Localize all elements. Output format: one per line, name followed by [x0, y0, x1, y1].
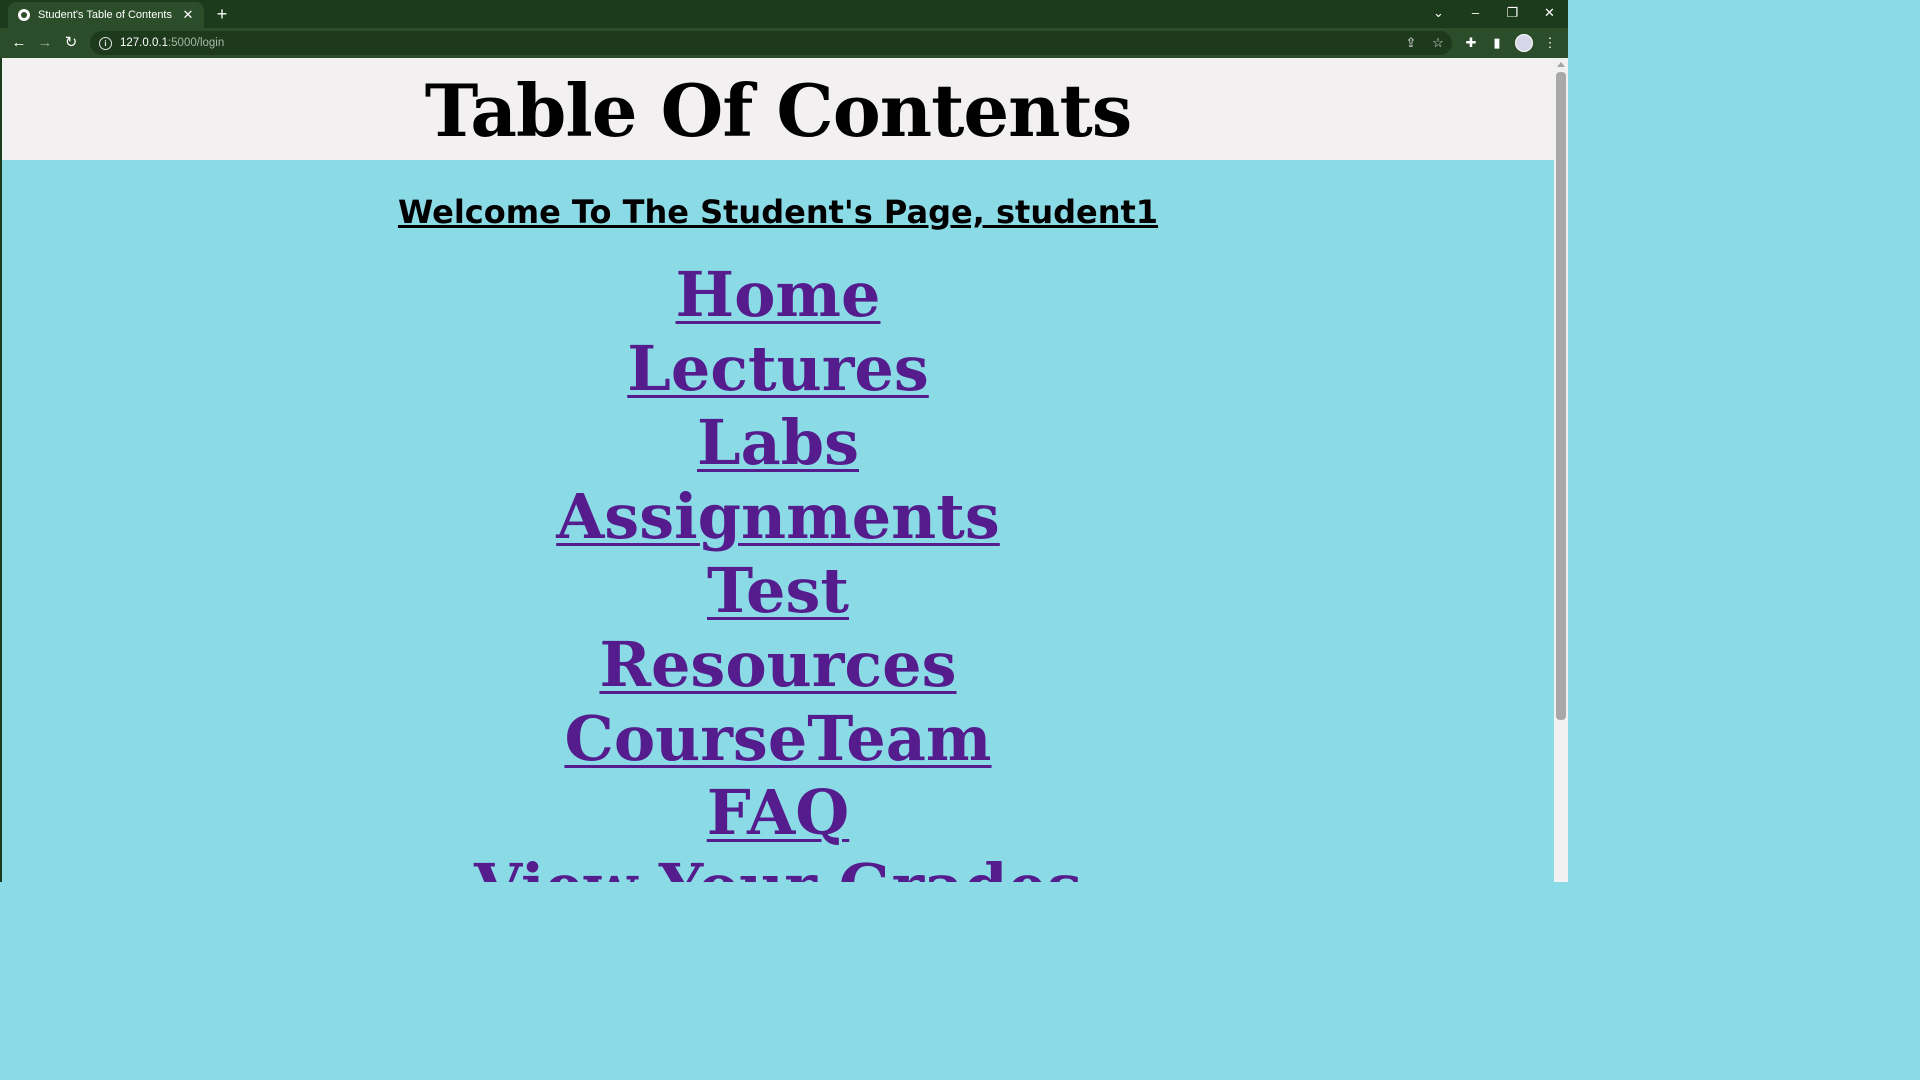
- link-resources[interactable]: Resources: [2, 628, 1554, 702]
- reload-icon[interactable]: ↻: [60, 32, 82, 54]
- browser-toolbar: ← → ↻ i 127.0.0.1:5000/login ⇪ ☆ ✚ ▮ ⋮: [0, 28, 1568, 58]
- forward-icon[interactable]: →: [34, 32, 56, 54]
- globe-icon: [18, 9, 30, 21]
- link-lectures[interactable]: Lectures: [2, 332, 1554, 406]
- url-host: 127.0.0.1: [120, 37, 168, 49]
- address-bar[interactable]: i 127.0.0.1:5000/login ⇪ ☆: [90, 31, 1452, 55]
- side-panel-icon[interactable]: ▮: [1488, 34, 1506, 52]
- bookmark-star-icon[interactable]: ☆: [1430, 35, 1446, 51]
- link-labs[interactable]: Labs: [2, 406, 1554, 480]
- tab-title: Student's Table of Contents: [38, 9, 172, 21]
- profile-avatar[interactable]: [1515, 34, 1533, 52]
- link-home[interactable]: Home: [2, 258, 1554, 332]
- restore-icon[interactable]: ❐: [1494, 0, 1531, 26]
- url-text[interactable]: 127.0.0.1:5000/login: [120, 37, 224, 49]
- close-window-icon[interactable]: ✕: [1531, 0, 1568, 26]
- share-icon[interactable]: ⇪: [1403, 35, 1419, 51]
- back-icon[interactable]: ←: [8, 32, 30, 54]
- scroll-up-arrow-icon[interactable]: [1557, 62, 1565, 67]
- menu-icon[interactable]: ⋮: [1541, 34, 1559, 52]
- site-info-icon[interactable]: i: [99, 36, 112, 50]
- scroll-thumb[interactable]: [1556, 72, 1566, 720]
- minimize-icon[interactable]: –: [1457, 0, 1494, 26]
- page-content: Table Of Contents Welcome To The Student…: [2, 58, 1554, 882]
- page-title: Table Of Contents: [424, 68, 1133, 153]
- extensions-icon[interactable]: ✚: [1462, 34, 1480, 52]
- browser-tab[interactable]: Student's Table of Contents ✕: [8, 2, 204, 28]
- link-view-grades[interactable]: View Your Grades: [2, 850, 1554, 882]
- link-test[interactable]: Test: [2, 554, 1554, 628]
- link-courseteam[interactable]: CourseTeam: [2, 702, 1554, 776]
- url-path: :5000/login: [167, 37, 225, 49]
- new-tab-button[interactable]: +: [212, 3, 232, 25]
- close-tab-icon[interactable]: ✕: [180, 7, 196, 23]
- welcome-message: Welcome To The Student's Page, student1: [397, 193, 1159, 231]
- page-header: Table Of Contents: [2, 58, 1554, 160]
- tab-strip: Student's Table of Contents ✕ + ⌄ – ❐ ✕: [0, 0, 1568, 28]
- window-controls: ⌄ – ❐ ✕: [1420, 0, 1568, 28]
- tab-search-icon[interactable]: ⌄: [1420, 0, 1457, 26]
- page-scrollbar[interactable]: [1554, 58, 1568, 882]
- toc-links: Home Lectures Labs Assignments Test Reso…: [2, 258, 1554, 882]
- link-assignments[interactable]: Assignments: [2, 480, 1554, 554]
- link-faq[interactable]: FAQ: [2, 776, 1554, 850]
